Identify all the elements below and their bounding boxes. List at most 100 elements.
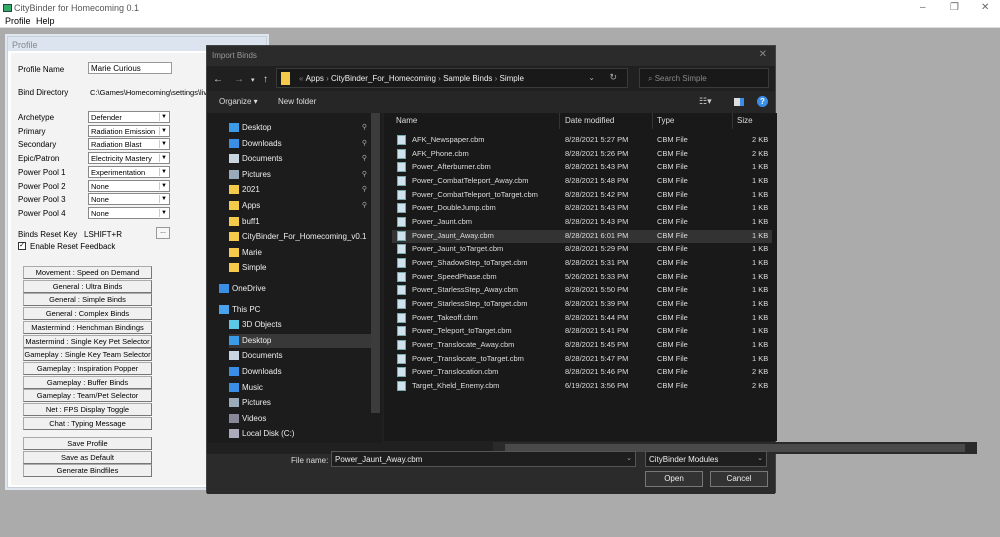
column-type[interactable]: Type (657, 116, 674, 125)
module-button[interactable]: Chat : Typing Message (23, 416, 152, 430)
profile-name-input[interactable]: Marie Curious (88, 62, 172, 74)
save-as-default-button[interactable]: Save as Default (23, 450, 152, 464)
open-button[interactable]: Open (645, 471, 703, 487)
module-button[interactable]: General : Complex Binds (23, 307, 152, 321)
chevron-down-icon[interactable]: ▼ (159, 126, 168, 135)
module-button[interactable]: Gameplay : Team/Pet Selector (23, 389, 152, 403)
chevron-down-icon[interactable]: ▼ (159, 181, 168, 190)
save-profile-button[interactable]: Save Profile (23, 437, 152, 450)
select-power-pool-2[interactable]: None ▼ (88, 179, 170, 192)
nav-item[interactable]: CityBinder_For_Homecoming_v0.1 (229, 230, 379, 244)
back-icon[interactable]: ← (213, 74, 223, 85)
module-button[interactable]: Gameplay : Inspiration Popper (23, 361, 152, 375)
view-options-icon[interactable]: ☷▾ (699, 96, 712, 107)
breadcrumb-item[interactable]: Simple (500, 74, 524, 83)
minimize-button[interactable]: – (920, 2, 926, 13)
file-row[interactable]: Power_ShadowStep_toTarget.cbm 8/28/2021 5… (392, 257, 772, 270)
cancel-button[interactable]: Cancel (710, 471, 768, 487)
file-row[interactable]: Power_Afterburner.cbm 8/28/2021 5:43 PM CB… (392, 161, 772, 174)
nav-item[interactable]: Documents (229, 349, 379, 363)
file-row[interactable]: Power_Translocate_toTarget.cbm 8/28/2021 … (392, 353, 772, 366)
file-row[interactable]: Power_Jaunt_toTarget.cbm 8/28/2021 5:29 P… (392, 243, 772, 256)
nav-item[interactable]: Marie (229, 246, 379, 260)
module-button[interactable]: Gameplay : Single Key Team Selector (23, 348, 152, 362)
file-row[interactable]: Power_Takeoff.cbm 8/28/2021 5:44 PM CBM Fi… (392, 312, 772, 325)
column-date[interactable]: Date modified (565, 116, 614, 125)
reset-feedback-checkbox[interactable]: ✓ (18, 242, 26, 250)
file-row[interactable]: Power_CombatTeleport_toTarget.cbm 8/28/20… (392, 189, 772, 202)
chevron-down-icon[interactable]: ▼ (159, 167, 168, 176)
file-row[interactable]: Power_StarlessStep_Away.cbm 8/28/2021 5:5… (392, 284, 772, 297)
recent-chevron-icon[interactable]: ▾ (251, 76, 255, 84)
file-row[interactable]: Power_CombatTeleport_Away.cbm 8/28/2021 5… (392, 175, 772, 188)
forward-icon[interactable]: → (234, 74, 244, 85)
module-button[interactable]: Mastermind : Single Key Pet Selector (23, 334, 152, 348)
file-row[interactable]: Power_StarlessStep_toTarget.cbm 8/28/2021… (392, 298, 772, 311)
overflow-chevron-icon[interactable]: « (299, 74, 306, 83)
nav-item[interactable]: OneDrive (219, 282, 369, 296)
help-icon[interactable]: ? (757, 96, 768, 107)
file-row[interactable]: Target_Kheld_Enemy.cbm 6/19/2021 3:56 PM C… (392, 380, 772, 393)
select-archetype[interactable]: Defender ▼ (88, 111, 170, 123)
new-folder-button[interactable]: New folder (278, 97, 316, 106)
module-button[interactable]: Mastermind : Henchman Bindings (23, 320, 152, 334)
chevron-down-icon[interactable]: ▼ (159, 140, 168, 149)
nav-scrollbar[interactable] (371, 113, 380, 413)
file-row[interactable]: Power_DoubleJump.cbm 8/28/2021 5:43 PM CBM… (392, 202, 772, 215)
module-button[interactable]: Net : FPS Display Toggle (23, 403, 152, 416)
nav-item[interactable]: buff1 (229, 215, 379, 229)
chevron-down-icon[interactable]: ▼ (159, 113, 168, 121)
organize-button[interactable]: Organize ▾ (219, 97, 258, 106)
address-dropdown-icon[interactable]: ⌄ (588, 73, 595, 82)
file-row[interactable]: AFK_Phone.cbm 8/28/2021 5:26 PM CBM File 2 … (392, 148, 772, 161)
breadcrumb-item[interactable]: Apps (306, 74, 324, 83)
column-size[interactable]: Size (737, 116, 753, 125)
file-row[interactable]: Power_Teleport_toTarget.cbm 8/28/2021 5:4… (392, 325, 772, 338)
chevron-down-icon[interactable]: ⌄ (757, 454, 763, 462)
menu-profile[interactable]: Profile (5, 16, 31, 26)
chevron-down-icon[interactable]: ▼ (159, 208, 168, 217)
reset-key-button[interactable]: ... (156, 227, 170, 239)
search-input[interactable]: ⌕ Search Simple (639, 68, 769, 88)
select-primary[interactable]: Radiation Emission ▼ (88, 124, 170, 137)
module-button[interactable]: General : Ultra Binds (23, 279, 152, 293)
dialog-close-icon[interactable]: ✕ (759, 49, 767, 60)
select-power-pool-1[interactable]: Experimentation ▼ (88, 165, 170, 178)
file-row[interactable]: AFK_Newspaper.cbm 8/28/2021 5:27 PM CBM Fi… (392, 134, 772, 147)
select-epic-patron[interactable]: Electricity Mastery ▼ (88, 152, 170, 165)
file-row[interactable]: Power_Jaunt.cbm 8/28/2021 5:43 PM CBM File… (392, 216, 772, 229)
nav-item[interactable]: Pictures (229, 396, 379, 410)
file-row[interactable]: Power_Translocate_Away.cbm 8/28/2021 5:45… (392, 339, 772, 352)
refresh-icon[interactable]: ↻ (609, 72, 617, 83)
chevron-down-icon[interactable]: ▼ (159, 195, 168, 204)
close-button[interactable]: ✕ (981, 2, 989, 13)
file-row[interactable]: Power_Translocation.cbm 8/28/2021 5:46 PM… (392, 366, 772, 379)
module-button[interactable]: Gameplay : Buffer Binds (23, 375, 152, 389)
file-row[interactable]: Power_SpeedPhase.cbm 5/26/2021 5:33 PM CBM… (392, 271, 772, 284)
select-power-pool-4[interactable]: None ▼ (88, 206, 170, 219)
select-secondary[interactable]: Radiation Blast ▼ (88, 138, 170, 151)
nav-item[interactable]: Desktop ⚲ (229, 121, 379, 135)
select-power-pool-3[interactable]: None ▼ (88, 193, 170, 206)
nav-item[interactable]: Music (229, 381, 379, 395)
nav-item[interactable]: Videos (229, 412, 379, 426)
up-icon[interactable]: ↑ (263, 74, 268, 85)
module-button[interactable]: General : Simple Binds (23, 293, 152, 307)
nav-item[interactable]: This PC (219, 303, 369, 317)
file-name-input[interactable]: Power_Jaunt_Away.cbm ⌄ (331, 451, 636, 467)
address-bar[interactable]: « Apps › CityBinder_For_Homecoming › Sam… (276, 68, 628, 88)
nav-item[interactable]: 3D Objects (229, 318, 379, 332)
module-button[interactable]: Movement : Speed on Demand (23, 266, 152, 279)
nav-item[interactable]: Downloads ⚲ (229, 137, 379, 151)
nav-item[interactable]: Desktop (229, 333, 379, 348)
generate-bindfiles-button[interactable]: Generate Bindfiles (23, 464, 152, 478)
nav-item[interactable]: Apps ⚲ (229, 199, 379, 213)
nav-item[interactable]: 2021 ⚲ (229, 183, 379, 197)
breadcrumb-item[interactable]: Sample Binds (443, 74, 492, 83)
nav-item[interactable]: Downloads (229, 365, 379, 379)
chevron-down-icon[interactable]: ⌄ (626, 454, 632, 462)
nav-item[interactable]: Simple (229, 261, 379, 275)
nav-item[interactable]: Documents ⚲ (229, 152, 379, 166)
preview-pane-icon[interactable] (734, 98, 744, 106)
chevron-down-icon[interactable]: ▼ (159, 154, 168, 163)
